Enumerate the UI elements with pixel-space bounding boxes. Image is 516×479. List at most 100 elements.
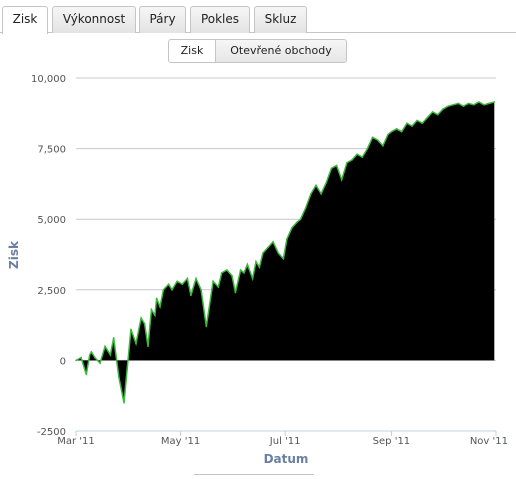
profit-point bbox=[467, 102, 470, 105]
tab-vykonnost-label: Výkonnost bbox=[62, 12, 126, 26]
profit-point bbox=[296, 221, 298, 223]
profit-point bbox=[340, 178, 343, 181]
profit-point bbox=[371, 136, 374, 139]
x-axis-ticks: Mar '11 May '11 Jul '11 Sep '11 Nov '11 bbox=[57, 431, 508, 447]
tab-pokles-label: Pokles bbox=[200, 12, 240, 26]
profit-point bbox=[366, 147, 369, 150]
scroll-indicator bbox=[194, 474, 314, 479]
profit-point bbox=[85, 373, 88, 376]
tab-zisk-label: Zisk bbox=[12, 12, 38, 26]
y-tick-label: 7,500 bbox=[37, 145, 66, 156]
tab-pary[interactable]: Páry bbox=[139, 6, 186, 33]
profit-point bbox=[282, 257, 285, 260]
profit-point bbox=[457, 102, 460, 105]
profit-point bbox=[400, 130, 403, 133]
profit-point bbox=[80, 356, 82, 359]
chart-area-layer bbox=[75, 101, 496, 404]
y-tick-label: 10,000 bbox=[31, 74, 66, 85]
profit-point bbox=[304, 207, 307, 209]
profit-point bbox=[452, 104, 454, 106]
x-tick-label: Mar '11 bbox=[57, 436, 95, 447]
profit-point bbox=[147, 345, 149, 348]
profit-point bbox=[130, 328, 132, 331]
tab-zisk[interactable]: Zisk bbox=[2, 6, 48, 34]
profit-point bbox=[431, 111, 434, 113]
profit-point bbox=[243, 272, 245, 274]
y-tick-label: 2,500 bbox=[37, 286, 66, 297]
profit-point bbox=[195, 277, 197, 280]
profit-point bbox=[382, 145, 384, 147]
profit-point bbox=[231, 274, 233, 277]
profit-point bbox=[442, 108, 444, 110]
profit-point bbox=[239, 269, 242, 271]
x-tick-label: May '11 bbox=[161, 436, 200, 447]
profit-point bbox=[361, 156, 364, 158]
profit-chart: 10,0007,5005,0002,5000-2500 Mar '11 May '… bbox=[7, 74, 508, 466]
profit-point bbox=[190, 294, 192, 297]
x-tick-label: Jul '11 bbox=[269, 436, 301, 447]
tab-skluz[interactable]: Skluz bbox=[254, 6, 307, 33]
profit-point bbox=[212, 280, 214, 283]
profit-point bbox=[123, 402, 125, 404]
profit-point bbox=[217, 286, 220, 288]
profit-point bbox=[286, 238, 288, 240]
profit-point bbox=[483, 104, 485, 106]
profit-point bbox=[143, 322, 146, 325]
tab-pokles[interactable]: Pokles bbox=[190, 6, 250, 33]
profit-point bbox=[447, 105, 449, 107]
profit-point bbox=[255, 260, 257, 263]
profit-point bbox=[162, 289, 165, 291]
profit-point bbox=[251, 277, 254, 280]
profit-point bbox=[351, 159, 353, 161]
profit-point bbox=[406, 122, 408, 124]
profit-point bbox=[387, 133, 389, 136]
profit-point bbox=[472, 104, 475, 106]
profit-point bbox=[94, 356, 96, 359]
profit-point bbox=[181, 283, 184, 286]
profit-point bbox=[493, 101, 496, 103]
toggle-zisk-label: Zisk bbox=[180, 44, 204, 57]
y-tick-label: 0 bbox=[60, 356, 66, 367]
profit-point bbox=[140, 317, 142, 319]
profit-point bbox=[176, 280, 178, 283]
profit-point bbox=[416, 119, 418, 122]
profit-point bbox=[376, 139, 379, 141]
profit-point bbox=[356, 153, 358, 155]
profit-point bbox=[267, 246, 269, 249]
profit-point bbox=[155, 297, 158, 300]
profit-point bbox=[320, 193, 322, 195]
x-axis-title: Datum bbox=[264, 452, 309, 466]
profit-point bbox=[411, 125, 413, 127]
profit-point bbox=[200, 289, 202, 291]
tab-pary-label: Páry bbox=[149, 12, 176, 26]
profit-point bbox=[462, 105, 465, 107]
profit-point bbox=[315, 184, 317, 187]
tab-skluz-label: Skluz bbox=[264, 12, 297, 26]
y-tick-label: 5,000 bbox=[37, 215, 66, 226]
profit-point bbox=[150, 308, 153, 311]
profit-point bbox=[299, 218, 302, 220]
profit-point bbox=[109, 354, 112, 356]
profit-point bbox=[234, 291, 237, 294]
profit-point bbox=[104, 345, 106, 348]
profit-point bbox=[220, 272, 223, 274]
profit-point bbox=[478, 101, 480, 103]
tab-vykonnost[interactable]: Výkonnost bbox=[52, 6, 136, 33]
profit-point bbox=[436, 113, 439, 116]
profit-point bbox=[167, 283, 170, 286]
y-axis-ticks: 10,0007,5005,0002,5000-2500 bbox=[31, 74, 66, 438]
profit-point bbox=[426, 116, 429, 119]
profit-point bbox=[272, 241, 274, 243]
profit-point bbox=[154, 314, 156, 317]
profit-point bbox=[118, 376, 120, 379]
profit-point bbox=[258, 266, 261, 269]
profit-point bbox=[395, 128, 398, 130]
profit-point bbox=[205, 325, 208, 328]
profit-point bbox=[186, 277, 189, 280]
profit-point bbox=[346, 161, 348, 164]
profit-point bbox=[90, 351, 93, 353]
profit-point bbox=[99, 362, 101, 365]
profit-point bbox=[421, 122, 424, 124]
toggle-obchody-label: Otevřené obchody bbox=[230, 44, 332, 57]
profit-point bbox=[330, 167, 333, 170]
